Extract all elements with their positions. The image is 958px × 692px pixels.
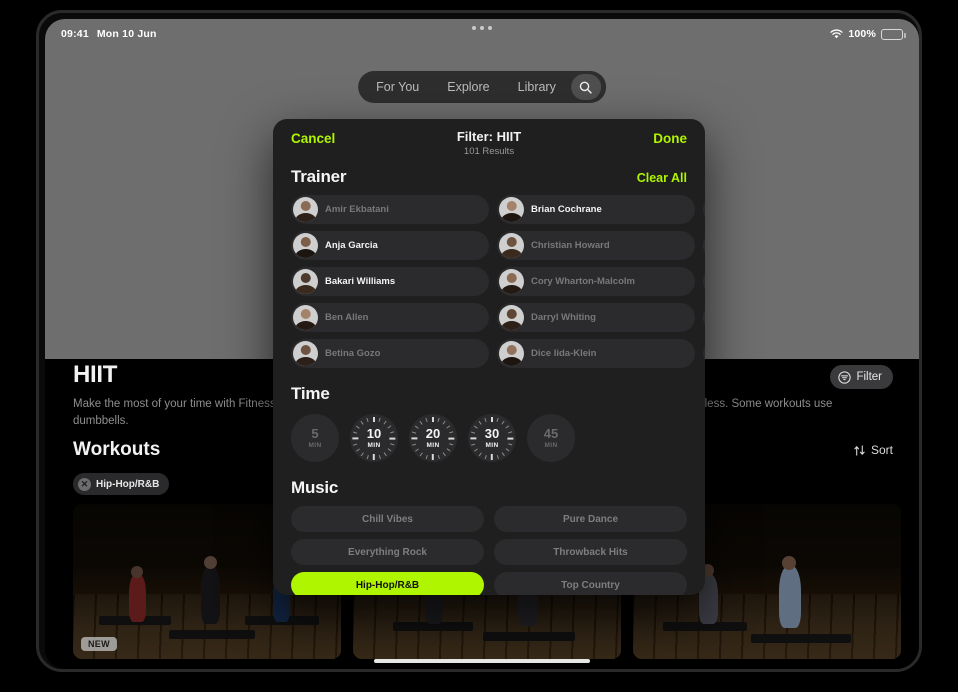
trainer-option[interactable]: Anja Garcia — [291, 231, 489, 260]
music-option[interactable]: Chill Vibes — [291, 506, 484, 532]
filter-funnel-icon — [838, 370, 852, 384]
wifi-icon — [830, 29, 843, 39]
battery-icon — [881, 28, 906, 40]
music-option[interactable]: Pure Dance — [494, 506, 687, 532]
trainer-name: Betina Gozo — [325, 348, 381, 359]
filter-button[interactable]: Filter — [830, 365, 893, 389]
music-option[interactable]: Throwback Hits — [494, 539, 687, 565]
status-bar: 09:41 Mon 10 Jun 100% — [45, 19, 919, 49]
time-option-row[interactable]: 5 MIN 10 MIN 20 MIN 30 MIN 45 MIN — [273, 414, 705, 462]
ipad-device-frame: 09:41 Mon 10 Jun 100% For You Explore Li… — [36, 10, 922, 672]
avatar — [293, 341, 318, 366]
trainer-option[interactable]: Betina Gozo — [291, 339, 489, 368]
time-option-unit: MIN — [544, 442, 558, 449]
thumbnail-badge-new: NEW — [81, 637, 117, 651]
clock-ticks-icon — [350, 414, 398, 462]
trainer-option[interactable] — [703, 231, 705, 260]
music-option[interactable]: Everything Rock — [291, 539, 484, 565]
multitask-dots-icon[interactable] — [472, 26, 492, 30]
trainer-option[interactable]: Amir Ekbatani — [291, 195, 489, 224]
nav-tab-bar: For You Explore Library — [358, 71, 606, 103]
avatar — [499, 233, 524, 258]
active-filter-chip-label: Hip-Hop/R&B — [96, 478, 160, 490]
time-option[interactable]: 30 MIN — [468, 414, 516, 462]
sort-button[interactable]: Sort — [853, 443, 893, 457]
tab-explore[interactable]: Explore — [434, 74, 502, 100]
music-option[interactable]: Hip-Hop/R&B — [291, 572, 484, 595]
modal-title: Filter: HIIT — [456, 129, 522, 144]
avatar — [293, 233, 318, 258]
avatar — [293, 197, 318, 222]
avatar — [499, 341, 524, 366]
sort-button-label: Sort — [870, 443, 893, 457]
trainer-name: Darryl Whiting — [531, 312, 596, 323]
trainer-option[interactable]: Christian Howard — [497, 231, 695, 260]
status-bar-right: 100% — [830, 28, 906, 40]
clock-ticks-icon — [409, 414, 457, 462]
modal-header: Cancel Filter: HIIT 101 Results Done — [273, 119, 705, 161]
time-option[interactable]: 45 MIN — [527, 414, 575, 462]
modal-results-count: 101 Results — [463, 146, 515, 157]
status-time: 09:41 — [61, 28, 89, 40]
time-section-header: Time — [273, 370, 705, 412]
tab-library[interactable]: Library — [505, 74, 569, 100]
trainer-grid[interactable]: Amir Ekbatani Brian Cochrane Anja Garcia Ch… — [291, 195, 705, 370]
time-option-value: 5 — [311, 426, 319, 441]
workouts-heading: Workouts — [73, 439, 161, 460]
home-indicator[interactable] — [374, 659, 590, 663]
filter-button-label: Filter — [856, 371, 882, 383]
trainer-name: Ben Allen — [325, 312, 369, 323]
trainer-option[interactable]: Cory Wharton-Malcolm — [497, 267, 695, 296]
avatar — [293, 269, 318, 294]
filter-modal: Cancel Filter: HIIT 101 Results Done Tra… — [273, 119, 705, 595]
avatar — [499, 269, 524, 294]
trainer-name: Anja Garcia — [325, 240, 378, 251]
trainer-option[interactable]: Ben Allen — [291, 303, 489, 332]
trainer-option[interactable] — [703, 267, 705, 296]
music-section-header: Music — [273, 462, 705, 506]
trainer-section-heading: Trainer — [291, 167, 347, 186]
music-option[interactable]: Top Country — [494, 572, 687, 595]
music-option-grid[interactable]: Chill Vibes Pure Dance Everything Rock Thro… — [273, 506, 705, 595]
clock-ticks-icon — [468, 414, 516, 462]
avatar — [293, 305, 318, 330]
avatar — [499, 197, 524, 222]
trainer-name: Brian Cochrane — [531, 204, 602, 215]
trainer-name: Bakari Williams — [325, 276, 396, 287]
battery-percent: 100% — [848, 28, 876, 40]
trainer-option[interactable]: Dice Iida-Klein — [497, 339, 695, 368]
trainer-option[interactable]: Brian Cochrane — [497, 195, 695, 224]
ipad-screen: 09:41 Mon 10 Jun 100% For You Explore Li… — [45, 19, 919, 669]
status-bar-left: 09:41 Mon 10 Jun — [61, 28, 157, 40]
trainer-name: Christian Howard — [531, 240, 610, 251]
search-icon[interactable] — [570, 74, 601, 100]
trainer-option[interactable]: Bakari Williams — [291, 267, 489, 296]
sort-arrows-icon — [853, 444, 866, 457]
time-option[interactable]: 20 MIN — [409, 414, 457, 462]
trainer-section-header: Trainer Clear All — [273, 161, 705, 195]
trainer-name: Dice Iida-Klein — [531, 348, 597, 359]
tab-for-you[interactable]: For You — [363, 74, 432, 100]
music-section-heading: Music — [291, 478, 339, 497]
done-button[interactable]: Done — [653, 131, 687, 146]
time-option[interactable]: 5 MIN — [291, 414, 339, 462]
trainer-option[interactable]: Darryl Whiting — [497, 303, 695, 332]
active-filter-chip-music[interactable]: ✕ Hip-Hop/R&B — [73, 473, 170, 495]
trainer-option[interactable] — [703, 303, 705, 332]
avatar — [499, 305, 524, 330]
trainer-option[interactable] — [703, 195, 705, 224]
time-option-value: 45 — [543, 426, 559, 441]
time-section-heading: Time — [291, 384, 330, 403]
active-filters-row: ✕ Hip-Hop/R&B — [73, 473, 170, 495]
trainer-name: Cory Wharton-Malcolm — [531, 276, 635, 287]
status-date: Mon 10 Jun — [96, 28, 157, 40]
close-circle-icon[interactable]: ✕ — [78, 477, 91, 491]
time-option-unit: MIN — [308, 442, 322, 449]
time-option[interactable]: 10 MIN — [350, 414, 398, 462]
trainer-option[interactable] — [703, 339, 705, 368]
trainer-name: Amir Ekbatani — [325, 204, 389, 215]
clear-all-button[interactable]: Clear All — [637, 171, 687, 185]
